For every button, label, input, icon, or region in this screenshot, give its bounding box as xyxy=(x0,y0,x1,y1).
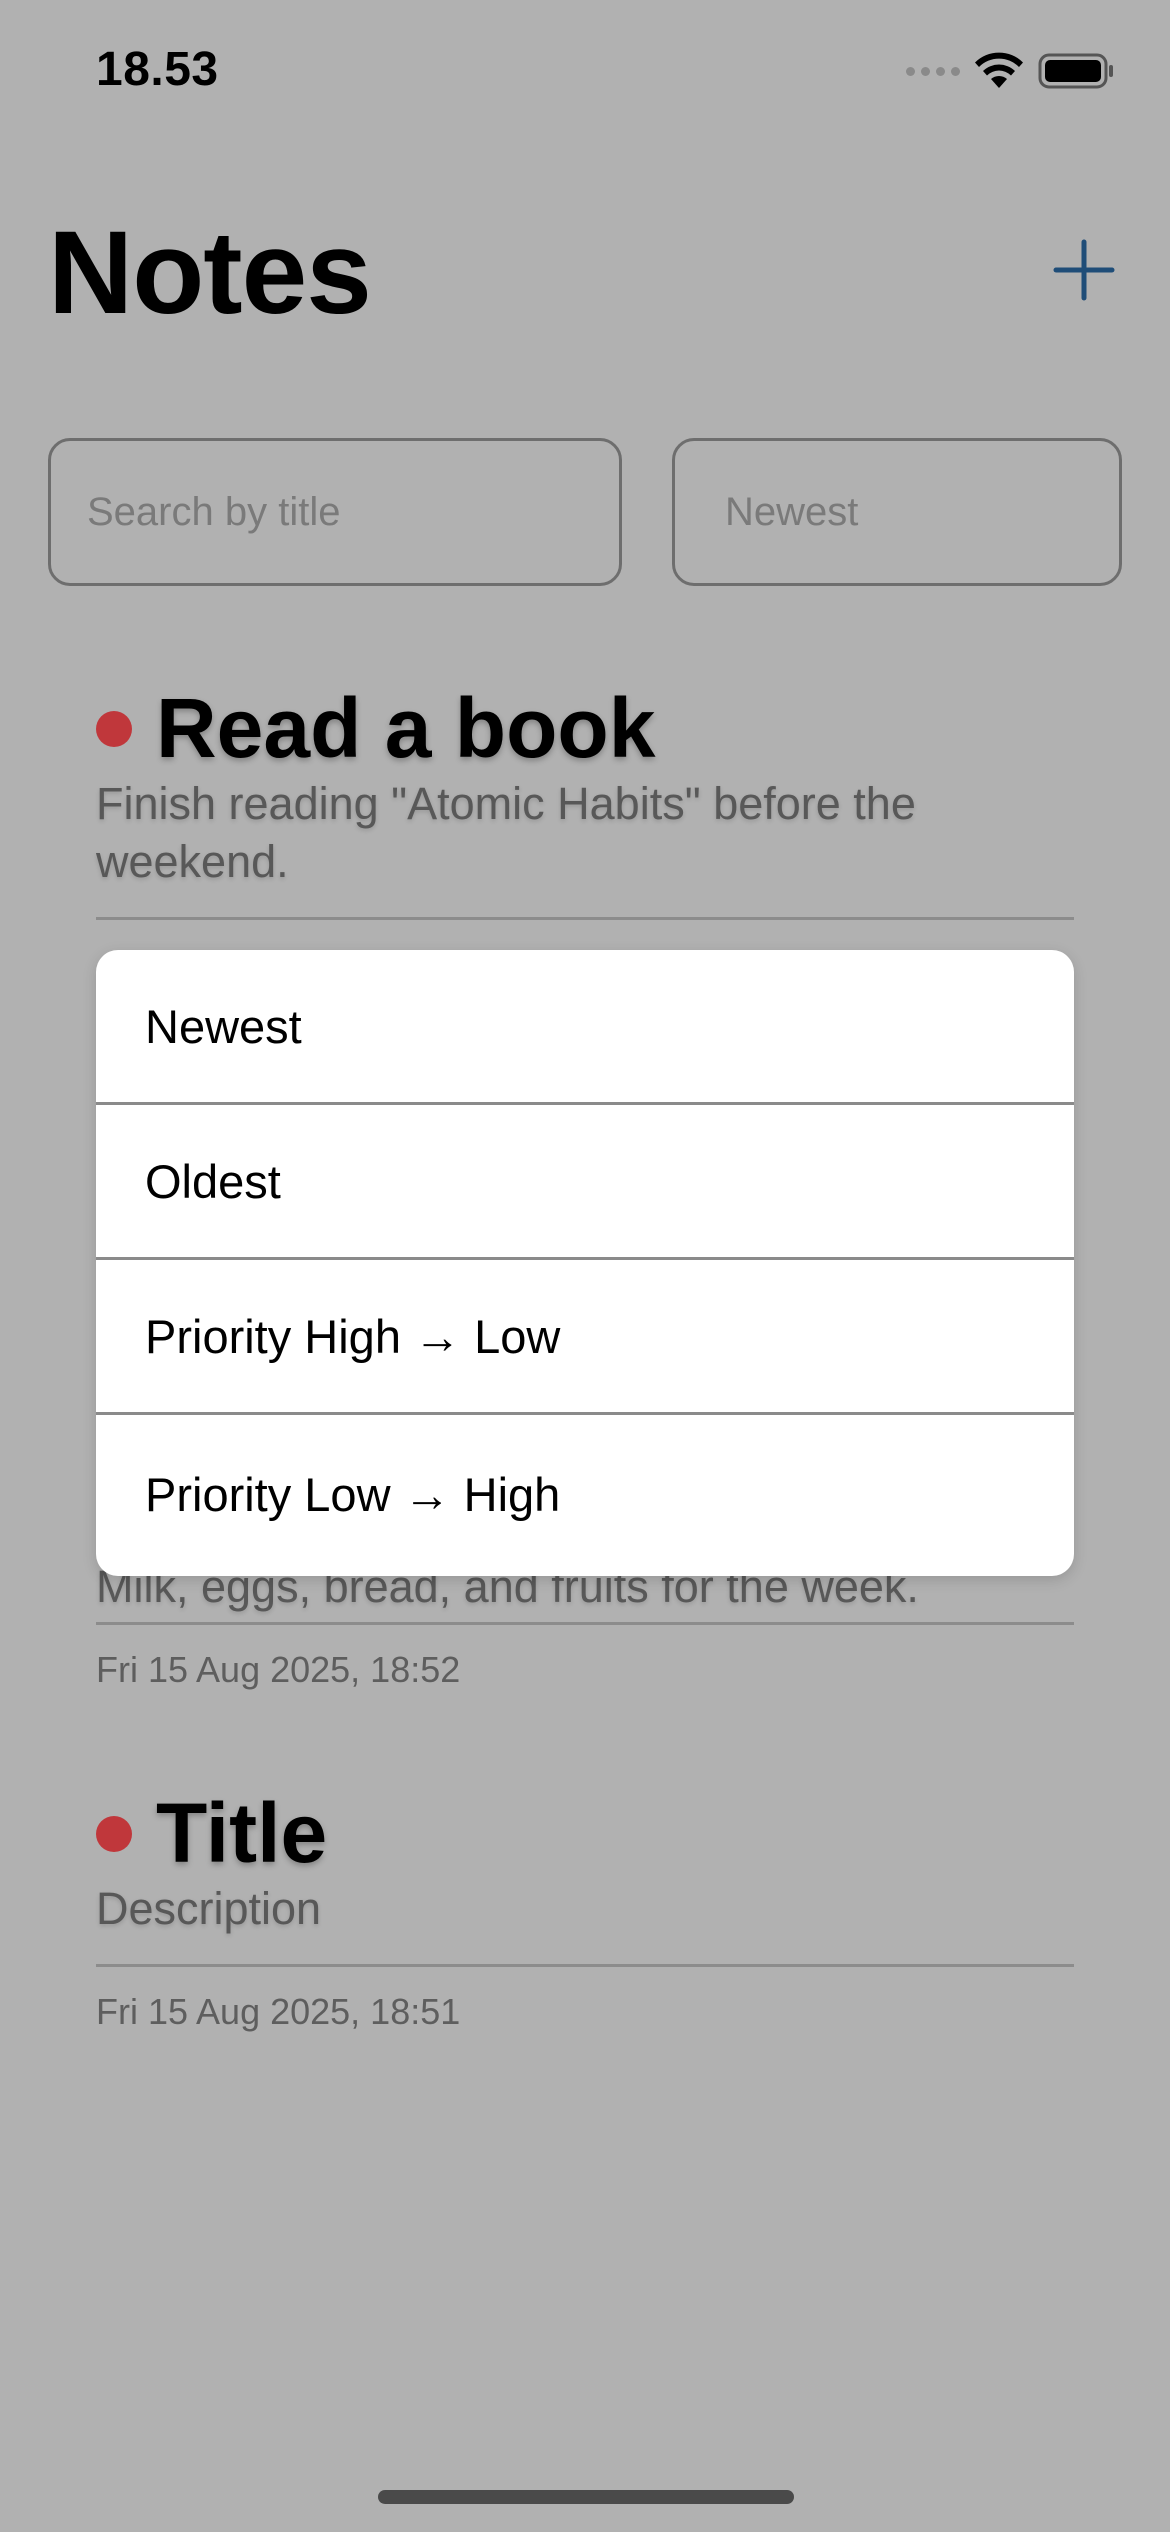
sort-option-newest[interactable]: Newest xyxy=(96,950,1074,1105)
cellular-signal-icon xyxy=(906,66,960,76)
home-indicator[interactable] xyxy=(378,2490,794,2504)
note-item[interactable]: Read a book Finish reading "Atomic Habit… xyxy=(96,680,1076,920)
priority-indicator xyxy=(96,710,132,747)
battery-icon xyxy=(1038,53,1113,89)
sort-option-oldest[interactable]: Oldest xyxy=(96,1105,1074,1260)
wifi-icon xyxy=(975,52,1023,88)
plus-icon xyxy=(1053,239,1115,301)
priority-indicator xyxy=(96,1815,132,1852)
add-note-button[interactable] xyxy=(1052,238,1116,302)
status-icons xyxy=(906,52,1114,90)
note-title-row: Title xyxy=(96,1785,1076,1882)
search-input[interactable] xyxy=(48,438,622,586)
note-divider xyxy=(96,1622,1074,1625)
sort-option-label: Oldest xyxy=(145,1154,281,1208)
sort-option-label: Priority High → Low xyxy=(145,1309,561,1363)
sort-option-priority-low-high[interactable]: Priority Low → High xyxy=(96,1415,1074,1573)
note-description: Finish reading "Atomic Habits" before th… xyxy=(96,778,916,887)
sort-select[interactable]: Newest xyxy=(672,438,1122,586)
sort-dropdown-menu: Newest Oldest Priority High → Low Priori… xyxy=(96,950,1074,1576)
sort-option-label: Newest xyxy=(145,999,302,1053)
note-divider xyxy=(96,917,1074,920)
note-item[interactable]: Milk, eggs, bread, and fruits for the we… xyxy=(96,1558,1076,1691)
note-title-row: Read a book xyxy=(96,680,1076,777)
sort-select-value: Newest xyxy=(725,489,859,534)
sort-option-priority-high-low[interactable]: Priority High → Low xyxy=(96,1260,1074,1415)
sort-option-label: Priority Low → High xyxy=(145,1467,561,1521)
note-date: Fri 15 Aug 2025, 18:51 xyxy=(96,1991,461,2032)
note-description: Description xyxy=(96,1883,322,1934)
note-divider xyxy=(96,1964,1074,1967)
page-title: Notes xyxy=(48,207,372,339)
note-title: Read a book xyxy=(156,681,656,775)
note-item[interactable]: Title Description Fri 15 Aug 2025, 18:51 xyxy=(96,1785,1076,2033)
status-time: 18.53 xyxy=(96,43,219,96)
note-date: Fri 15 Aug 2025, 18:52 xyxy=(96,1649,461,1690)
note-title: Title xyxy=(156,1786,328,1880)
